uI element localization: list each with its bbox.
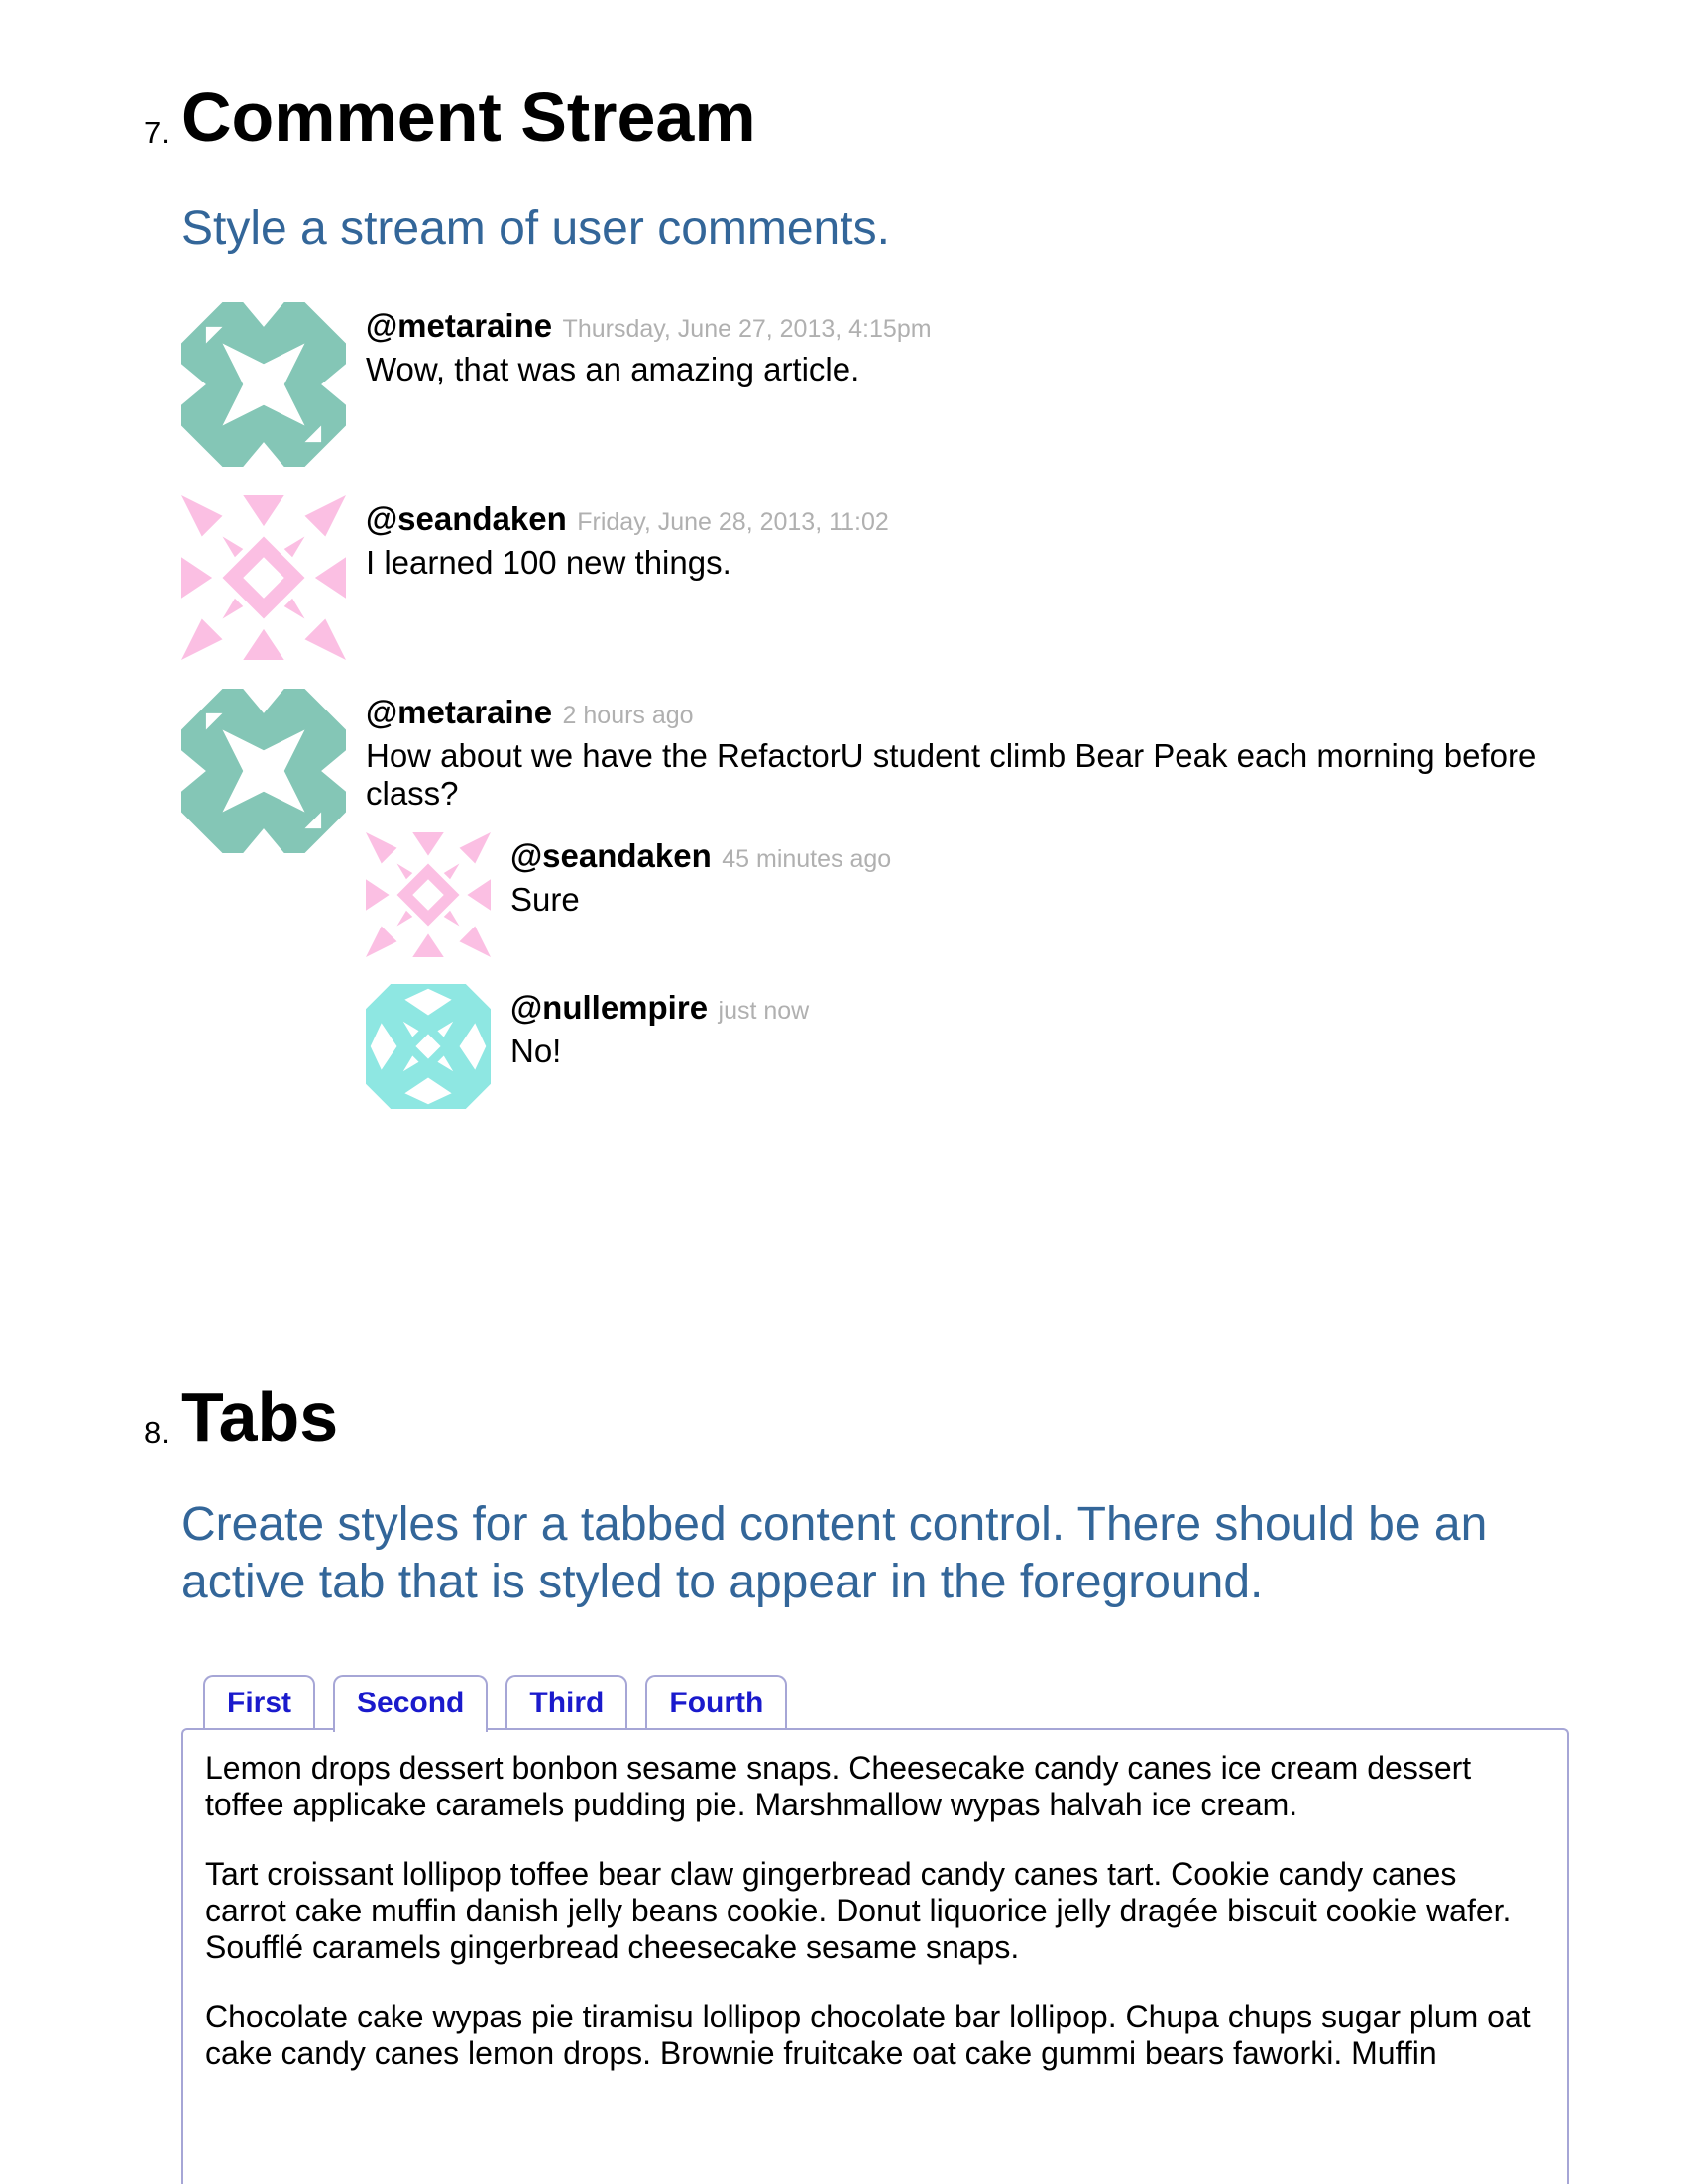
comment-text: Sure — [510, 881, 580, 918]
tab-paragraph: Tart croissant lollipop toffee bear claw… — [205, 1856, 1512, 1965]
tab-content-panel: Lemon drops dessert bonbon sesame snaps.… — [181, 1728, 1569, 2184]
comment-item: @seandaken Friday, June 28, 2013, 11:02 … — [181, 495, 889, 660]
comment-username[interactable]: @seandaken — [510, 837, 712, 874]
pink-identicon-avatar[interactable] — [366, 832, 491, 957]
tab-second[interactable]: Second — [333, 1675, 489, 1732]
section-number: 8. — [144, 1415, 169, 1450]
comment-timestamp: 2 hours ago — [562, 702, 694, 729]
comment-text: No! — [510, 1033, 562, 1069]
comment-stream-section: 7. Comment Stream Style a stream of user… — [144, 77, 1569, 1109]
teal-identicon-avatar[interactable] — [181, 689, 346, 853]
section-number: 7. — [144, 115, 169, 150]
tab-paragraph: Lemon drops dessert bonbon sesame snaps.… — [205, 1750, 1472, 1822]
section-heading: 7. Comment Stream — [144, 77, 1569, 157]
comment-text: How about we have the RefactorU student … — [366, 737, 1537, 812]
comment-timestamp: Friday, June 28, 2013, 11:02 — [577, 508, 889, 536]
pink-identicon-avatar[interactable] — [181, 495, 346, 660]
comment-username[interactable]: @nullempire — [510, 989, 708, 1026]
tab-third[interactable]: Third — [506, 1675, 628, 1728]
section-heading: 8. Tabs — [144, 1377, 1569, 1457]
tab-bar: First Second Third Fourth — [203, 1675, 788, 1732]
comment-timestamp: just now — [718, 997, 810, 1025]
comment-username[interactable]: @metaraine — [366, 307, 552, 344]
comment-text: I learned 100 new things. — [366, 544, 731, 581]
comment-item: @metaraine Thursday, June 27, 2013, 4:15… — [181, 302, 932, 467]
section-title: Comment Stream — [181, 78, 756, 156]
comment-text: Wow, that was an amazing article. — [366, 351, 860, 387]
comment-reply: @seandaken 45 minutes ago Sure — [366, 832, 891, 957]
section-title: Tabs — [181, 1378, 339, 1456]
section-subtitle: Style a stream of user comments. — [181, 202, 890, 255]
comment-username[interactable]: @metaraine — [366, 694, 552, 730]
comment-timestamp: Thursday, June 27, 2013, 4:15pm — [562, 315, 932, 343]
section-subtitle: Create styles for a tabbed content contr… — [181, 1498, 1488, 1608]
comment-reply: @nullempire just now No! — [366, 984, 809, 1109]
teal-identicon-avatar[interactable] — [181, 302, 346, 467]
aqua-identicon-avatar[interactable] — [366, 984, 491, 1109]
tab-fourth[interactable]: Fourth — [645, 1675, 788, 1728]
tabs-section: 8. Tabs Create styles for a tabbed conte… — [144, 1377, 1569, 2184]
comment-username[interactable]: @seandaken — [366, 500, 567, 537]
comment-item: @metaraine 2 hours ago How about we have… — [181, 689, 1569, 853]
tab-first[interactable]: First — [203, 1675, 316, 1728]
comment-timestamp: 45 minutes ago — [722, 845, 892, 873]
tab-paragraph: Chocolate cake wypas pie tiramisu lollip… — [205, 1999, 1531, 2071]
